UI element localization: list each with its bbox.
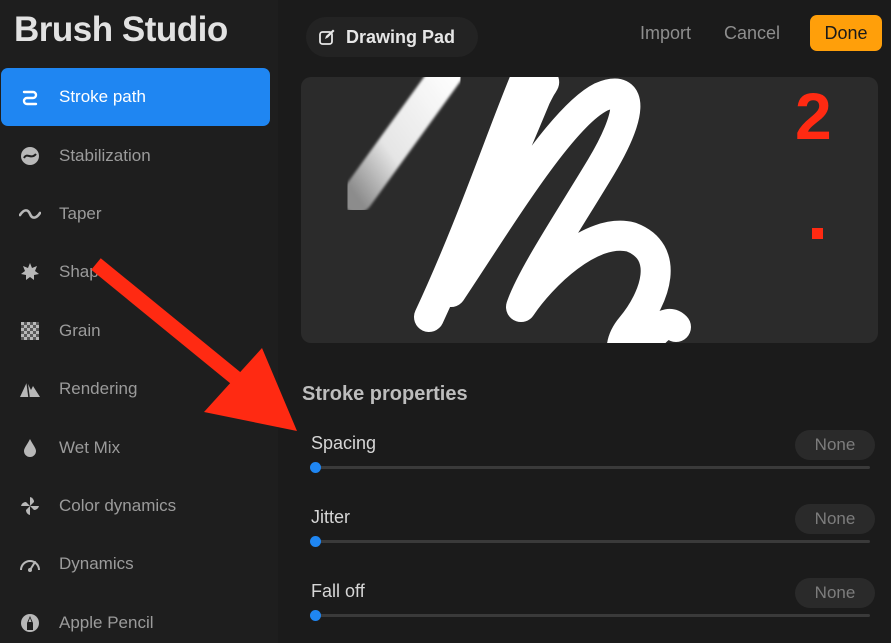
- annotation-dot: [812, 228, 823, 239]
- sidebar-item-label: Taper: [59, 203, 102, 223]
- grain-icon: [19, 320, 41, 342]
- stroke-path-icon: [19, 86, 41, 108]
- spacing-slider[interactable]: [310, 462, 870, 473]
- jitter-value[interactable]: None: [795, 504, 875, 534]
- sidebar-item-label: Stroke path: [59, 87, 146, 107]
- sidebar-nav: Stroke path Stabilization Taper Shape Gr…: [1, 68, 270, 643]
- jitter-setting: Jitter None: [310, 504, 875, 567]
- taper-icon: [19, 203, 41, 225]
- sidebar-item-wet-mix[interactable]: Wet Mix: [1, 418, 270, 476]
- fall-off-slider-knob[interactable]: [310, 610, 321, 621]
- sidebar-item-dynamics[interactable]: Dynamics: [1, 535, 270, 593]
- edit-icon: [319, 29, 335, 45]
- jitter-slider-knob[interactable]: [310, 536, 321, 547]
- stroke-preview[interactable]: [301, 77, 878, 343]
- sidebar-item-label: Rendering: [59, 379, 138, 399]
- jitter-label: Jitter: [311, 507, 351, 527]
- spacing-label: Spacing: [311, 433, 377, 453]
- sidebar-item-stabilization[interactable]: Stabilization: [1, 126, 270, 184]
- sidebar-item-label: Stabilization: [59, 145, 151, 165]
- dynamics-icon: [19, 553, 41, 575]
- spacing-value[interactable]: None: [795, 430, 875, 460]
- done-button[interactable]: Done: [810, 15, 882, 51]
- sidebar-item-label: Color dynamics: [59, 495, 177, 515]
- import-button[interactable]: Import: [640, 23, 691, 44]
- sidebar-item-label: Wet Mix: [59, 437, 121, 457]
- app-title: Brush Studio: [14, 10, 228, 49]
- section-title: Stroke properties: [302, 383, 468, 405]
- spacing-slider-knob[interactable]: [310, 462, 321, 473]
- sidebar: Brush Studio Stroke path Stabilization T…: [0, 0, 278, 643]
- drawing-pad-button[interactable]: Drawing Pad: [306, 17, 478, 57]
- wet-mix-icon: [19, 437, 41, 459]
- cancel-button[interactable]: Cancel: [724, 23, 780, 44]
- rendering-icon: [19, 378, 41, 400]
- main-panel: Drawing Pad Import Cancel Done 2 Stroke …: [278, 0, 891, 643]
- spacing-setting: Spacing None: [310, 430, 875, 493]
- stroke-preview-drawing: [341, 77, 691, 343]
- color-dynamics-icon: [19, 495, 41, 517]
- sidebar-item-apple-pencil[interactable]: Apple Pencil: [1, 594, 270, 643]
- fall-off-value[interactable]: None: [795, 578, 875, 608]
- fall-off-label: Fall off: [311, 581, 365, 601]
- sidebar-item-label: Dynamics: [59, 554, 134, 574]
- sidebar-item-label: Apple Pencil: [59, 612, 154, 632]
- drawing-pad-label: Drawing Pad: [346, 26, 456, 47]
- fall-off-slider[interactable]: [310, 610, 870, 621]
- fall-off-setting: Fall off None: [310, 578, 875, 641]
- shape-icon: [19, 261, 41, 283]
- annotation-number: 2: [795, 79, 832, 153]
- sidebar-item-label: Shape: [59, 262, 109, 282]
- sidebar-item-taper[interactable]: Taper: [1, 185, 270, 243]
- sidebar-item-shape[interactable]: Shape: [1, 243, 270, 301]
- jitter-slider[interactable]: [310, 536, 870, 547]
- sidebar-item-label: Grain: [59, 320, 101, 340]
- sidebar-item-grain[interactable]: Grain: [1, 302, 270, 360]
- apple-pencil-icon: [19, 612, 41, 634]
- stabilization-icon: [19, 145, 41, 167]
- sidebar-item-stroke-path[interactable]: Stroke path: [1, 68, 270, 127]
- sidebar-item-rendering[interactable]: Rendering: [1, 360, 270, 418]
- sidebar-item-color-dynamics[interactable]: Color dynamics: [1, 477, 270, 535]
